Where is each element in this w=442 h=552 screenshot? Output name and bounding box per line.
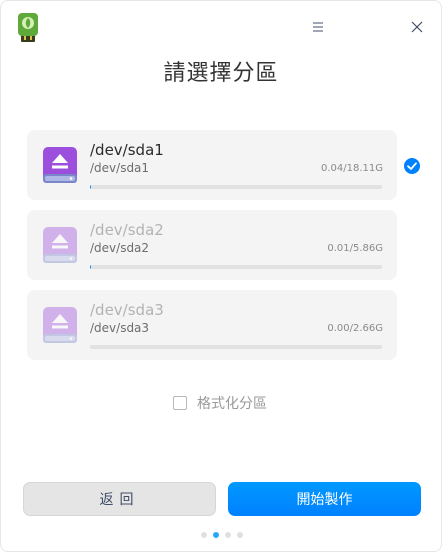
app-window: 請選擇分區 /dev/sda1 /dev/sda1 0.04/18.11G /d… xyxy=(0,0,442,552)
selected-check-icon[interactable] xyxy=(403,157,421,175)
partition-device: /dev/sda2 xyxy=(90,241,150,255)
page-dot xyxy=(201,532,207,538)
format-partition-label: 格式化分區 xyxy=(197,396,267,412)
page-title: 請選擇分區 xyxy=(163,61,279,86)
usb-disk-icon xyxy=(43,307,77,343)
partition-device: /dev/sda3 xyxy=(90,321,150,335)
menu-icon xyxy=(313,22,323,32)
page-dot xyxy=(237,532,243,538)
partition-device: /dev/sda1 xyxy=(90,161,150,175)
partition-size: 0.01/5.86G xyxy=(327,243,383,254)
start-button[interactable]: 開始製作 xyxy=(228,482,421,516)
menu-button[interactable] xyxy=(306,15,330,39)
page-dot xyxy=(225,532,231,538)
usb-disk-icon xyxy=(43,147,77,183)
partition-size: 0.00/2.66G xyxy=(327,323,383,334)
format-partition-checkbox[interactable]: 格式化分區 xyxy=(173,393,267,413)
partition-name: /dev/sda2 xyxy=(90,221,164,239)
usage-bar-fill xyxy=(90,265,91,269)
usb-drive-logo-icon xyxy=(18,13,38,42)
usage-bar-fill xyxy=(90,185,91,189)
back-button[interactable]: 返回 xyxy=(23,482,216,516)
partition-item-sda1[interactable]: /dev/sda1 /dev/sda1 0.04/18.11G xyxy=(27,130,397,200)
page-dot-active xyxy=(213,532,219,538)
partition-item-sda3[interactable]: /dev/sda3 /dev/sda3 0.00/2.66G xyxy=(27,290,397,360)
close-button[interactable] xyxy=(405,15,429,39)
partition-name: /dev/sda1 xyxy=(90,141,164,159)
checkbox-box[interactable] xyxy=(173,396,187,410)
partition-size: 0.04/18.11G xyxy=(320,163,383,174)
partition-item-sda2[interactable]: /dev/sda2 /dev/sda2 0.01/5.86G xyxy=(27,210,397,280)
usage-bar xyxy=(90,265,382,269)
usage-bar xyxy=(90,185,382,189)
close-icon xyxy=(411,21,423,33)
partition-name: /dev/sda3 xyxy=(90,301,164,319)
usage-bar xyxy=(90,345,382,349)
page-indicator xyxy=(201,532,243,538)
usb-disk-icon xyxy=(43,227,77,263)
